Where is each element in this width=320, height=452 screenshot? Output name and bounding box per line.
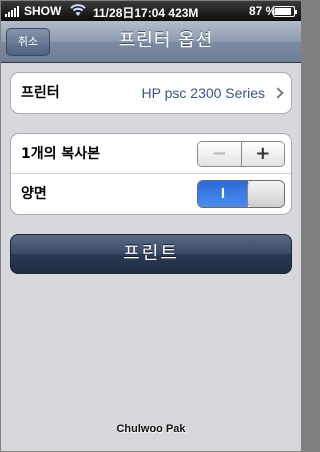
duplex-label: 양면 xyxy=(21,186,47,202)
wifi-icon xyxy=(70,3,86,20)
status-datetime: 11/28日17:04 423M xyxy=(93,6,199,20)
status-bar: SHOW 11/28日17:04 423M 87 % xyxy=(1,1,301,21)
toggle-knob[interactable] xyxy=(247,181,284,207)
navigation-bar: 취소 프린터 옵션 xyxy=(1,21,301,63)
chevron-right-icon xyxy=(272,87,284,99)
copies-stepper: − + xyxy=(197,141,285,167)
signal-strength-icon xyxy=(5,6,23,17)
duplex-cell: 양면 I xyxy=(11,174,291,214)
printer-group: 프린터 HP psc 2300 Series xyxy=(10,72,292,114)
copies-label: 1개의 복사본 xyxy=(21,146,101,162)
author-watermark: Chulwoo Pak xyxy=(116,423,186,435)
carrier-name: SHOW xyxy=(24,4,62,18)
screen: SHOW 11/28日17:04 423M 87 % 취소 프린터 옵션 프린터… xyxy=(1,1,301,451)
options-group: 1개의 복사본 − + 양면 I xyxy=(10,133,292,215)
printer-label: 프린터 xyxy=(21,85,60,101)
page-title: 프린터 옵션 xyxy=(118,30,214,51)
print-button[interactable]: 프린트 xyxy=(10,234,292,274)
printer-name-value: HP psc 2300 Series xyxy=(141,85,265,101)
duplex-toggle[interactable]: I xyxy=(197,180,285,208)
toggle-on-label: I xyxy=(198,181,248,207)
increment-button[interactable]: + xyxy=(241,142,284,166)
cancel-button[interactable]: 취소 xyxy=(6,28,50,56)
battery-icon xyxy=(273,6,297,17)
printer-cell[interactable]: 프린터 HP psc 2300 Series xyxy=(11,73,291,113)
copies-cell: 1개의 복사본 − + xyxy=(11,134,291,174)
decrement-button[interactable]: − xyxy=(198,142,242,166)
